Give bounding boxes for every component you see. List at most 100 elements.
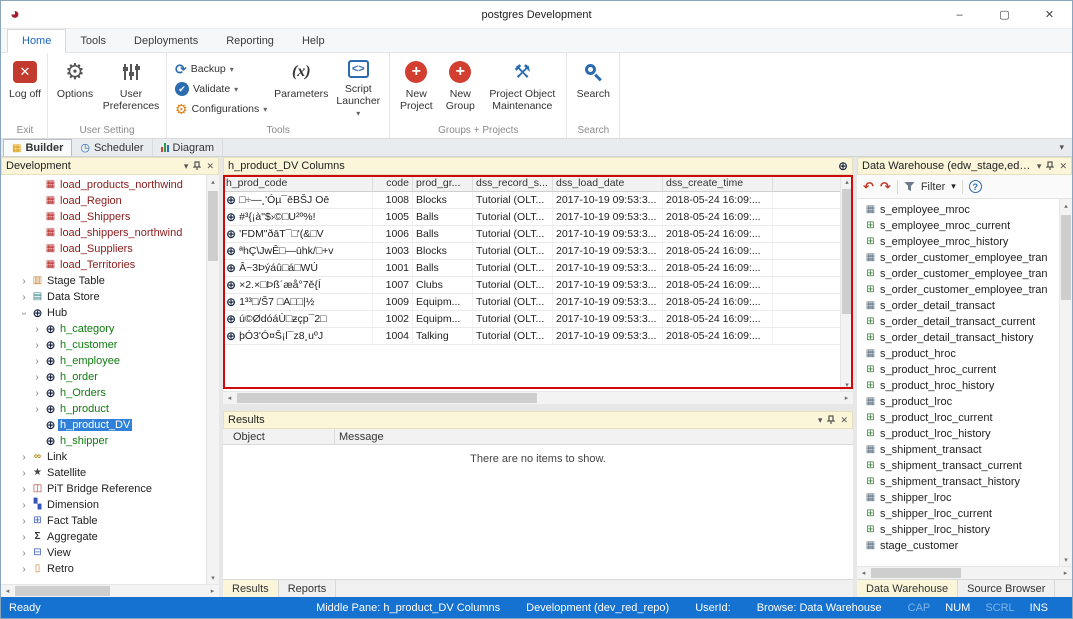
- menu-tab-deployments[interactable]: Deployments: [120, 29, 212, 52]
- help-icon[interactable]: ?: [968, 180, 982, 193]
- browser-item-s-order-customer-employee-tran[interactable]: ⊞ s_order_customer_employee_tran: [857, 282, 1058, 298]
- search-button[interactable]: Search: [570, 55, 616, 119]
- menu-tab-home[interactable]: Home: [7, 29, 67, 53]
- expander-icon[interactable]: ›: [31, 340, 43, 351]
- horizontal-scrollbar[interactable]: ◂ ▸: [1, 584, 219, 597]
- new-group-button[interactable]: + New Group: [439, 55, 481, 119]
- tree-item-dimension[interactable]: › ▚ Dimension: [1, 497, 205, 513]
- expander-icon[interactable]: ›: [18, 548, 30, 559]
- tree-item-load-region[interactable]: ▦ load_Region: [1, 193, 205, 209]
- tab-results[interactable]: Results: [223, 580, 279, 597]
- scroll-left-button[interactable]: ◂: [223, 392, 236, 404]
- scroll-right-button[interactable]: ▸: [206, 585, 219, 597]
- column-header-dss-record-s[interactable]: dss_record_s...: [473, 175, 553, 191]
- browser-item-s-employee-mroc-current[interactable]: ⊞ s_employee_mroc_current: [857, 218, 1058, 234]
- filter-label[interactable]: Filter: [921, 181, 945, 193]
- browser-item-s-employee-mroc[interactable]: ▦ s_employee_mroc: [857, 202, 1058, 218]
- chevron-down-icon[interactable]: ▾: [818, 415, 823, 426]
- results-column-object[interactable]: Object: [223, 429, 335, 444]
- tree-item-pit-bridge-reference[interactable]: › ◫ PiT Bridge Reference: [1, 481, 205, 497]
- expander-icon[interactable]: ›: [31, 388, 43, 399]
- vertical-scrollbar[interactable]: ▴ ▾: [1059, 199, 1072, 566]
- pin-icon[interactable]: [193, 161, 202, 171]
- expander-icon[interactable]: ›: [31, 372, 43, 383]
- scroll-down-button[interactable]: ▾: [207, 571, 219, 584]
- close-panel-icon[interactable]: ✕: [206, 161, 214, 172]
- minimize-button[interactable]: –: [937, 1, 982, 28]
- scroll-thumb[interactable]: [842, 189, 852, 314]
- tree-item-load-shippers-northwind[interactable]: ▦ load_shippers_northwind: [1, 225, 205, 241]
- filter-icon[interactable]: [904, 181, 915, 192]
- tree-item-retro[interactable]: › ▯ Retro: [1, 561, 205, 577]
- tab-reports[interactable]: Reports: [279, 580, 337, 597]
- browser-item-s-shipper-lroc-current[interactable]: ⊞ s_shipper_lroc_current: [857, 506, 1058, 522]
- browser-item-s-product-lroc-history[interactable]: ⊞ s_product_lroc_history: [857, 426, 1058, 442]
- tree-item-load-shippers[interactable]: ▦ load_Shippers: [1, 209, 205, 225]
- scroll-up-button[interactable]: ▴: [1060, 199, 1072, 212]
- tree-item-h-product-dv[interactable]: ⊕ h_product_DV: [1, 417, 205, 433]
- user-preferences-button[interactable]: User Preferences: [99, 55, 163, 119]
- column-header-dss-load-date[interactable]: dss_load_date: [553, 175, 663, 191]
- expander-icon[interactable]: ›: [18, 516, 30, 527]
- tree-item-h-category[interactable]: › ⊕ h_category: [1, 321, 205, 337]
- expander-icon[interactable]: ›: [18, 532, 30, 543]
- log-off-button[interactable]: ✕ Log off: [6, 55, 44, 119]
- browser-item-s-shipper-lroc-history[interactable]: ⊞ s_shipper_lroc_history: [857, 522, 1058, 538]
- grid-row[interactable]: ⊕ ×2.×□Þß´æå°7ě{Í 1007 Clubs Tutorial (OLT..…: [223, 277, 840, 294]
- scroll-down-button[interactable]: ▾: [841, 378, 853, 391]
- scroll-left-button[interactable]: ◂: [1, 585, 14, 597]
- scroll-right-button[interactable]: ▸: [1059, 567, 1072, 579]
- tree-item-load-suppliers[interactable]: ▦ load_Suppliers: [1, 241, 205, 257]
- tab-scheduler[interactable]: ◷ Scheduler: [72, 139, 153, 156]
- column-header-code[interactable]: code: [373, 175, 413, 191]
- browser-item-s-shipment-transact-current[interactable]: ⊞ s_shipment_transact_current: [857, 458, 1058, 474]
- horizontal-scrollbar[interactable]: ◂ ▸: [857, 566, 1072, 579]
- browser-item-s-order-customer-employee-tran[interactable]: ⊞ s_order_customer_employee_tran: [857, 266, 1058, 282]
- browser-item-s-product-lroc[interactable]: ▦ s_product_lroc: [857, 394, 1058, 410]
- pin-icon[interactable]: [827, 415, 836, 425]
- tree-item-aggregate[interactable]: › Σ Aggregate: [1, 529, 205, 545]
- menu-tab-reporting[interactable]: Reporting: [212, 29, 288, 52]
- project-object-maintenance-button[interactable]: ⚒ Project Object Maintenance: [481, 55, 563, 119]
- browser-item-s-shipment-transact[interactable]: ▦ s_shipment_transact: [857, 442, 1058, 458]
- vertical-scrollbar[interactable]: ▴ ▾: [840, 175, 853, 391]
- browser-item-s-product-hroc[interactable]: ▦ s_product_hroc: [857, 346, 1058, 362]
- column-header-prod-gr[interactable]: prod_gr...: [413, 175, 473, 191]
- browser-item-s-order-detail-transact[interactable]: ▦ s_order_detail_transact: [857, 298, 1058, 314]
- configurations-button[interactable]: ⚙ Configurations ▾: [170, 99, 272, 119]
- chevron-down-icon[interactable]: ▾: [184, 161, 189, 172]
- results-column-message[interactable]: Message: [335, 429, 853, 444]
- maximize-button[interactable]: ▢: [982, 1, 1027, 28]
- new-project-button[interactable]: + New Project: [393, 55, 439, 119]
- scroll-up-button[interactable]: ▴: [841, 175, 853, 188]
- expander-icon[interactable]: ›: [31, 356, 43, 367]
- tab-source-browser[interactable]: Source Browser: [958, 580, 1056, 597]
- browser-item-s-shipment-transact-history[interactable]: ⊞ s_shipment_transact_history: [857, 474, 1058, 490]
- refresh-forward-icon[interactable]: ↷: [880, 179, 891, 195]
- grid-row[interactable]: ⊕ □÷—¸'Óµ¯ēBŠJ Oē 1008 Blocks Tutorial (OLT.…: [223, 192, 840, 209]
- expander-icon[interactable]: ›: [18, 484, 30, 495]
- close-button[interactable]: ✕: [1027, 1, 1072, 28]
- tree-item-h-product[interactable]: › ⊕ h_product: [1, 401, 205, 417]
- tree-item-h-orders[interactable]: › ⊕ h_Orders: [1, 385, 205, 401]
- tree-item-stage-table[interactable]: › ▥ Stage Table: [1, 273, 205, 289]
- hub-icon[interactable]: ⊕: [838, 160, 848, 172]
- tab-diagram[interactable]: Diagram: [153, 139, 224, 156]
- browser-item-s-shipper-lroc[interactable]: ▦ s_shipper_lroc: [857, 490, 1058, 506]
- scroll-thumb[interactable]: [15, 586, 110, 596]
- tab-builder[interactable]: ▦ Builder: [3, 139, 73, 156]
- scroll-left-button[interactable]: ◂: [857, 567, 870, 579]
- grid-row[interactable]: ⊕ 1³³□/Š7 □A□□|½ 1009 Equipm... Tutorial (OL…: [223, 294, 840, 311]
- tab-data-warehouse[interactable]: Data Warehouse: [857, 580, 959, 597]
- expander-icon[interactable]: ›: [18, 452, 30, 463]
- expander-icon[interactable]: ›: [18, 564, 30, 575]
- expander-icon[interactable]: ›: [31, 324, 43, 335]
- tree-item-fact-table[interactable]: › ⊞ Fact Table: [1, 513, 205, 529]
- parameters-button[interactable]: (x) Parameters: [272, 55, 330, 119]
- pin-icon[interactable]: [1046, 161, 1055, 171]
- close-panel-icon[interactable]: ✕: [840, 415, 848, 426]
- tree-item-link[interactable]: › ∞ Link: [1, 449, 205, 465]
- browser-item-s-product-lroc-current[interactable]: ⊞ s_product_lroc_current: [857, 410, 1058, 426]
- scroll-thumb[interactable]: [237, 393, 537, 403]
- vertical-scrollbar[interactable]: ▴ ▾: [206, 175, 219, 584]
